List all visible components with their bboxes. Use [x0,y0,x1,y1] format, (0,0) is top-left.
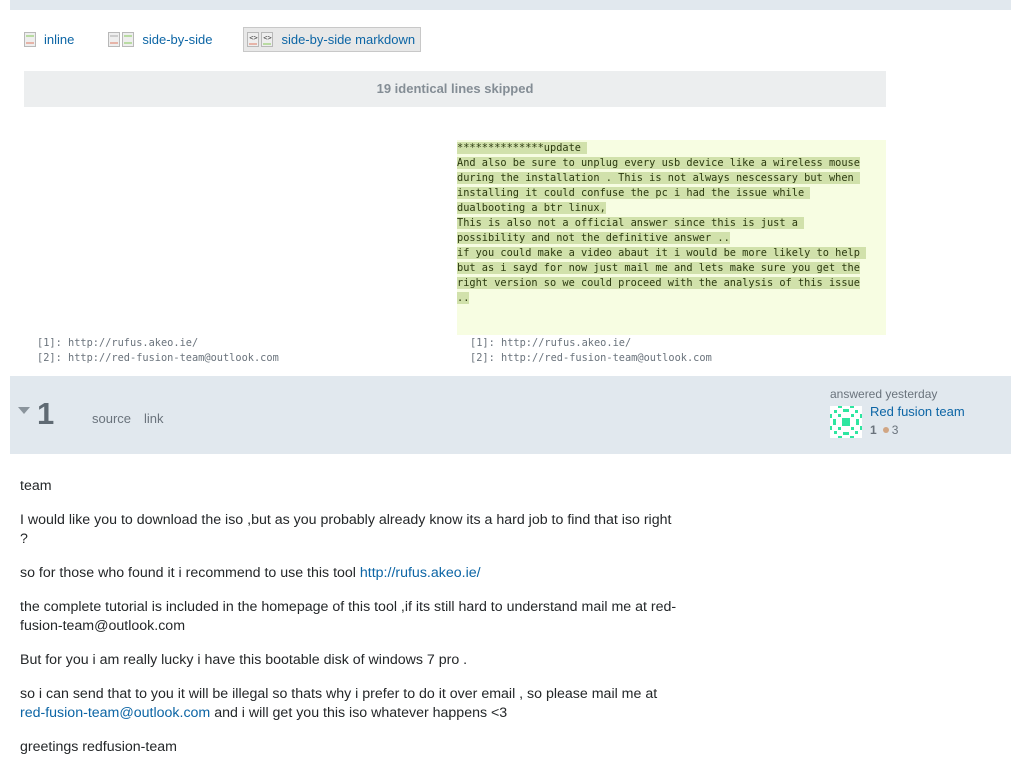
skipped-count: 19 [376,81,392,96]
bronze-badge-icon [882,427,889,433]
body-paragraph: so for those who found it i recommend to… [20,565,481,581]
body-paragraph: team [20,478,52,494]
diff-mode-label: side-by-side [142,32,213,47]
reputation-score: 1 [870,423,877,437]
body-paragraph: But for you i am really lucky i have thi… [20,652,468,668]
added-line: but as i sayd for now just mail me and l… [457,262,860,274]
side-by-side-diff-icon [108,32,121,47]
references-left: [1]: http://rufus.akeo.ie/ [2]: http://re… [37,336,279,366]
added-line: during the installation . This is not al… [457,172,860,184]
user-name-link[interactable]: Red fusion team [870,404,965,419]
side-by-side-markdown-icon: <> [247,32,260,47]
diff-mode-label: inline [44,32,75,47]
added-line: **************update [457,142,588,154]
added-line: right version so we could proceed with t… [457,277,860,289]
skipped-label: identical lines skipped [391,81,534,96]
references-right: [1]: http://rufus.akeo.ie/ [2]: http://re… [470,336,712,366]
answered-time: answered yesterday [830,387,938,401]
reference-line: [2]: http://red-fusion-team@outlook.com [37,352,279,364]
diff-mode-switcher: inline side-by-side <> <> side-by-side m… [24,27,422,52]
side-by-side-diff-icon-right [122,32,135,47]
inline-diff-icon [24,32,36,47]
body-paragraph: the complete tutorial is included in the… [20,599,677,634]
diff-mode-inline[interactable]: inline [24,27,78,52]
body-paragraph: so i can send that to you it will be ill… [20,686,658,721]
email-link[interactable]: red-fusion-team@outlook.com [20,705,210,721]
permalink[interactable]: link [144,411,164,426]
user-reputation: 1 3 [870,423,965,437]
body-paragraph: I would like you to download the iso ,bu… [20,512,672,547]
bronze-badge-count: 3 [891,423,899,437]
diff-mode-side-by-side-markdown[interactable]: <> <> side-by-side markdown [243,27,422,52]
added-line: installing it could confuse the pc i had… [457,187,811,199]
added-line: And also be sure to unplug every usb dev… [457,157,860,169]
reference-line: [1]: http://rufus.akeo.ie/ [470,337,632,349]
added-line: .. [457,292,470,304]
answer-body: team I would like you to download the is… [20,477,680,770]
source-link[interactable]: source [92,411,131,426]
side-by-side-markdown-icon-right: <> [261,32,274,47]
reference-line: [2]: http://red-fusion-team@outlook.com [470,352,712,364]
revision-bar: 1 source link answered yesterday Red fus… [10,376,1011,454]
added-line: if you could make a video abaut it i wou… [457,247,867,259]
user-avatar[interactable] [830,406,862,438]
added-lines: **************update And also be sure to… [457,141,867,306]
rufus-link[interactable]: http://rufus.akeo.ie/ [360,565,481,581]
added-line: possibility and not the definitive answe… [457,232,730,244]
collapse-toggle-icon[interactable] [18,407,30,414]
reference-line: [1]: http://rufus.akeo.ie/ [37,337,199,349]
added-line: dualbooting a btr linux, [457,202,606,214]
diff-mode-side-by-side[interactable]: side-by-side [108,27,216,52]
revision-number: 1 [37,396,55,431]
diff-mode-label: side-by-side markdown [281,32,416,47]
previous-revision-header-strip [10,0,1011,10]
user-card: answered yesterday Red fusion team 1 3 [830,387,1005,438]
body-paragraph: greetings redfusion-team [20,739,177,755]
added-line: This is also not a official answer since… [457,217,805,229]
identical-lines-skipped[interactable]: 19 identical lines skipped [24,71,886,107]
